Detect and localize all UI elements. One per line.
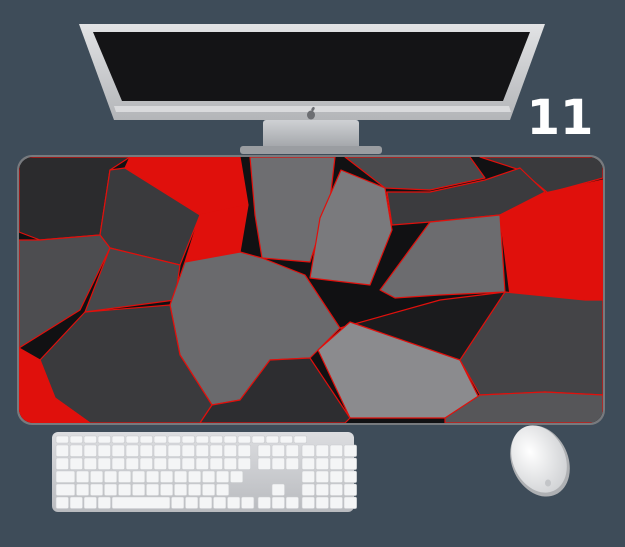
imac-monitor	[79, 24, 545, 154]
desk-mat	[17, 155, 605, 425]
photo-scene	[17, 24, 605, 512]
product-number-label: 11	[526, 90, 594, 146]
keyboard	[52, 432, 357, 512]
mouse	[510, 425, 570, 497]
